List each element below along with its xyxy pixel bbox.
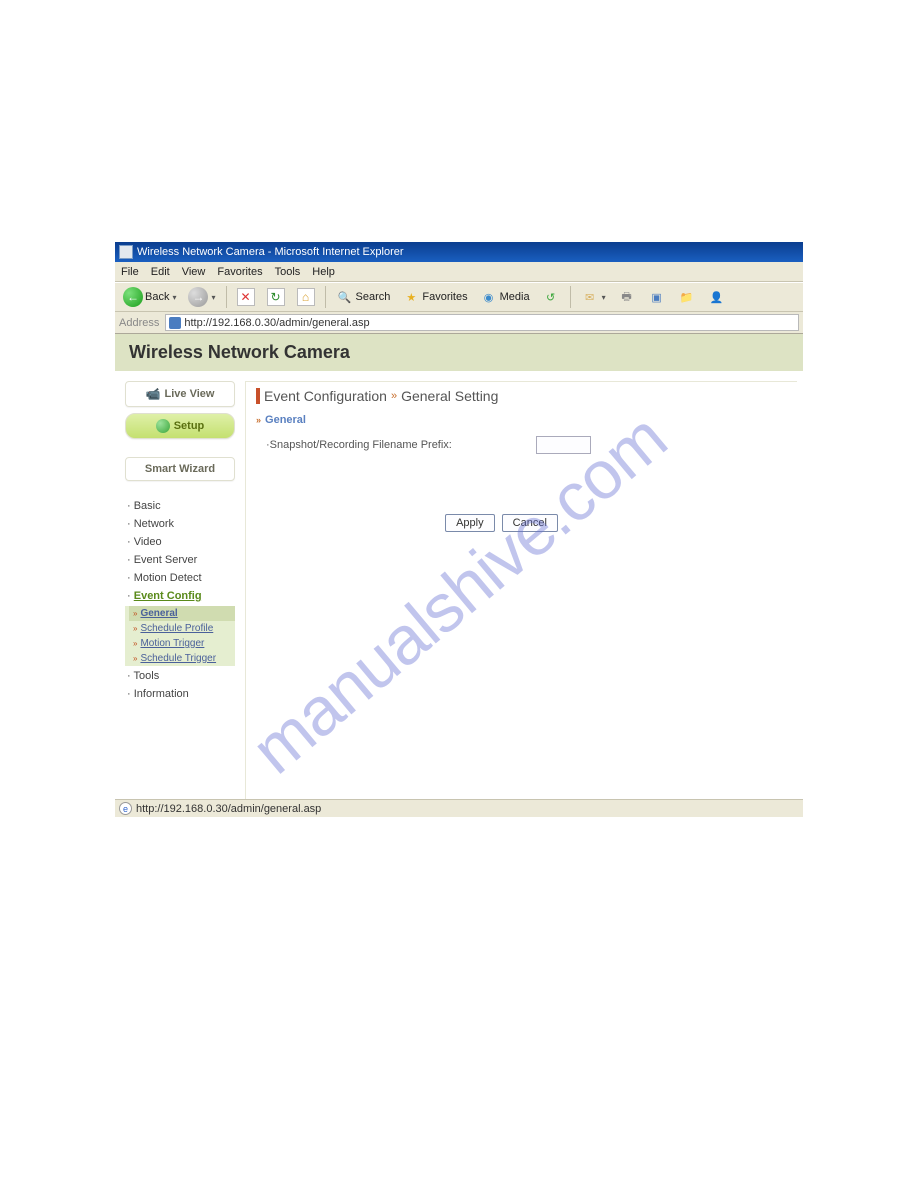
sidebar-item-network[interactable]: · Network [125,515,235,533]
separator [226,286,227,308]
sidebar-item-video[interactable]: · Video [125,533,235,551]
back-button[interactable]: ←Back▾ [119,285,180,309]
window-title-bar: Wireless Network Camera - Microsoft Inte… [115,242,803,262]
media-icon: ◉ [480,288,498,306]
favorites-button[interactable]: ★Favorites [398,286,471,308]
menu-tools[interactable]: Tools [275,266,301,278]
sidebar-subitem-schedule-profile[interactable]: Schedule Profile [129,621,235,636]
print-icon: 🖶 [618,288,636,306]
sidebar-item-basic[interactable]: · Basic [125,497,235,515]
sidebar-subitem-schedule-trigger[interactable]: Schedule Trigger [129,651,235,666]
edit-button[interactable]: ▣ [644,286,670,308]
dropdown-icon: ▾ [211,293,215,302]
address-label: Address [119,317,159,329]
setup-button[interactable]: Setup [125,413,235,439]
ie-icon: e [119,802,132,815]
subsection-general: General [256,414,787,426]
apply-button[interactable]: Apply [445,514,495,532]
mail-icon: ✉ [581,288,599,306]
sidebar-subitem-general[interactable]: General [129,606,235,621]
back-arrow-icon: ← [123,287,143,307]
sidebar-item-motion-detect[interactable]: · Motion Detect [125,569,235,587]
history-icon: ↺ [542,288,560,306]
sidebar-subitem-motion-trigger[interactable]: Motion Trigger [129,636,235,651]
camera-icon: 📹 [146,387,161,401]
address-url: http://192.168.0.30/admin/general.asp [184,317,369,329]
address-bar: Address http://192.168.0.30/admin/genera… [115,312,803,334]
edit-icon: ▣ [648,288,666,306]
messenger-icon: 👤 [708,288,726,306]
window-title: Wireless Network Camera - Microsoft Inte… [137,246,404,258]
home-icon: ⌂ [297,288,315,306]
home-button[interactable]: ⌂ [293,286,319,308]
dropdown-icon: ▾ [602,293,606,302]
refresh-button[interactable]: ↻ [263,286,289,308]
address-field[interactable]: http://192.168.0.30/admin/general.asp [165,314,799,331]
status-bar: e http://192.168.0.30/admin/general.asp [115,799,803,817]
chevron-icon: » [391,390,397,402]
filename-prefix-input[interactable] [536,436,591,454]
menu-favorites[interactable]: Favorites [217,266,262,278]
page-icon [169,317,181,329]
accent-bar [256,388,260,404]
sidebar-item-event-config[interactable]: · Event Config [125,587,235,605]
menu-edit[interactable]: Edit [151,266,170,278]
menu-help[interactable]: Help [312,266,335,278]
toolbar: ←Back▾ →▾ ✕ ↻ ⌂ 🔍Search ★Favorites ◉Medi… [115,282,803,312]
menu-view[interactable]: View [182,266,206,278]
section-title: Event Configuration » General Setting [256,388,787,404]
mail-button[interactable]: ✉▾ [577,286,610,308]
page-header: Wireless Network Camera [115,334,803,371]
cancel-button[interactable]: Cancel [502,514,558,532]
status-text: http://192.168.0.30/admin/general.asp [136,803,321,815]
print-button[interactable]: 🖶 [614,286,640,308]
star-icon: ★ [402,288,420,306]
forward-arrow-icon: → [188,287,208,307]
refresh-icon: ↻ [267,288,285,306]
folder-icon: 📁 [678,288,696,306]
menu-file[interactable]: File [121,266,139,278]
separator [570,286,571,308]
dropdown-icon: ▾ [172,293,176,302]
search-icon: 🔍 [336,288,354,306]
search-button[interactable]: 🔍Search [332,286,395,308]
menu-bar: File Edit View Favorites Tools Help [115,262,803,282]
stop-button[interactable]: ✕ [233,286,259,308]
live-view-button[interactable]: 📹Live View [125,381,235,407]
filename-prefix-label: ·Snapshot/Recording Filename Prefix: [266,439,536,451]
app-icon [119,245,133,259]
messenger-button[interactable]: 👤 [704,286,730,308]
folder-button[interactable]: 📁 [674,286,700,308]
media-button[interactable]: ◉Media [476,286,534,308]
forward-button[interactable]: →▾ [184,285,219,309]
sidebar-item-information[interactable]: · Information [125,685,235,703]
sidebar-item-event-server[interactable]: · Event Server [125,551,235,569]
main-panel: Event Configuration » General Setting Ge… [245,381,797,799]
sidebar-item-tools[interactable]: · Tools [125,667,235,685]
smart-wizard-button[interactable]: Smart Wizard [125,457,235,481]
arrow-icon [156,419,170,433]
history-button[interactable]: ↺ [538,286,564,308]
stop-icon: ✕ [237,288,255,306]
page-title: Wireless Network Camera [129,342,789,363]
separator [325,286,326,308]
sidebar: 📹Live View Setup Smart Wizard · Basic· N… [125,381,235,799]
